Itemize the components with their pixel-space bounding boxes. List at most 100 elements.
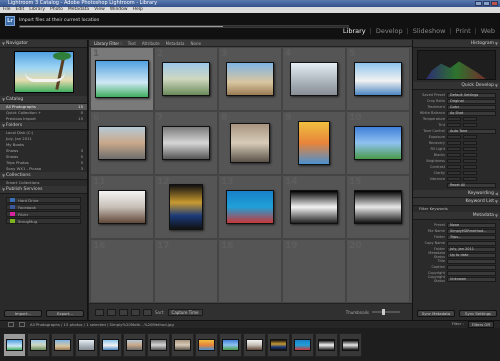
photo-thumbnail[interactable]: [354, 62, 402, 96]
tone-adjust-adjust-buttons[interactable]: [447, 165, 461, 169]
survey-view-button[interactable]: [131, 308, 140, 316]
qd-row-dropdown[interactable]: Color: [447, 104, 496, 110]
photo-thumbnail[interactable]: [162, 126, 210, 160]
module-slideshow[interactable]: Slideshow: [413, 27, 446, 35]
filmstrip-cell[interactable]: [291, 332, 314, 357]
tone-adjust-adjust-buttons[interactable]: [447, 147, 461, 151]
source-breadcrumb[interactable]: All Photographs / 15 photos / 1 selected…: [30, 322, 174, 327]
filter-tab[interactable]: Attribute: [142, 41, 160, 46]
filmstrip-thumbnail[interactable]: [126, 338, 143, 351]
filmstrip-cell[interactable]: [27, 332, 50, 357]
filmstrip-cell[interactable]: [219, 332, 242, 357]
tone-control-dropdown[interactable]: Auto Tone: [447, 128, 496, 134]
qd-row-dropdown[interactable]: Default Settings: [447, 92, 496, 98]
grid-cell[interactable]: 6: [90, 111, 154, 175]
sync-settings-button[interactable]: Sync Settings: [459, 310, 497, 317]
grid-cell[interactable]: 3: [218, 47, 282, 111]
keywording-header[interactable]: Keywording ◀: [413, 190, 500, 198]
grid-cell[interactable]: 16: [90, 239, 154, 303]
grid-icon[interactable]: [19, 322, 25, 327]
close-button[interactable]: [491, 1, 498, 6]
folders-header[interactable]: ▼ Folders: [0, 122, 87, 130]
filmstrip-thumbnail[interactable]: [150, 338, 167, 351]
grid-cell[interactable]: 7: [154, 111, 218, 175]
reset-all-button[interactable]: Reset All: [447, 182, 496, 188]
quick-develop-header[interactable]: Quick Develop ▼: [413, 82, 500, 90]
publish-service[interactable]: Flickr: [6, 211, 81, 217]
white-balance-dropdown[interactable]: As Shot: [447, 110, 496, 116]
metadata-field-dropdown[interactable]: Unknown: [447, 276, 496, 282]
publish-service[interactable]: SmugMug: [6, 218, 81, 224]
wb-adjust-adjust-buttons[interactable]: [447, 117, 461, 121]
tone-adjust-adjust-buttons[interactable]: [447, 135, 461, 139]
tone-adjust-adjust-buttons[interactable]: [447, 159, 461, 163]
grid-cell[interactable]: 20: [346, 239, 410, 303]
filmstrip-cell[interactable]: [315, 332, 338, 357]
grid-cell[interactable]: 10: [346, 111, 410, 175]
wb-adjust-fine-buttons[interactable]: [463, 117, 477, 121]
filmstrip-cell[interactable]: [171, 332, 194, 357]
filmstrip-cell[interactable]: [123, 332, 146, 357]
grid-cell[interactable]: 8: [218, 111, 282, 175]
filter-dropdown[interactable]: Filters Off: [467, 321, 494, 328]
painter-icon[interactable]: [143, 308, 152, 316]
metadata-field-dropdown[interactable]: Trips...: [447, 234, 496, 240]
grid-cell[interactable]: 18: [218, 239, 282, 303]
module-develop[interactable]: Develop: [376, 27, 403, 35]
tone-adjust-fine-buttons[interactable]: [463, 159, 477, 163]
photo-thumbnail[interactable]: [226, 62, 274, 96]
presence-adjust-adjust-buttons[interactable]: [447, 177, 461, 181]
histogram-header[interactable]: Histogram ▼: [413, 40, 500, 48]
filmstrip-cell[interactable]: [243, 332, 266, 357]
filmstrip-thumbnail[interactable]: [30, 338, 47, 351]
grid-cell[interactable]: 9: [282, 111, 346, 175]
tone-adjust-fine-buttons[interactable]: [463, 147, 477, 151]
grid-cell[interactable]: 11: [90, 175, 154, 239]
filmstrip-cell[interactable]: [267, 332, 290, 357]
filmstrip-thumbnail[interactable]: [318, 338, 335, 351]
publish-services-header[interactable]: ▼ Publish Services: [0, 186, 87, 194]
navigator-preview[interactable]: [13, 51, 74, 93]
grid-cell[interactable]: 19: [282, 239, 346, 303]
wb-adjust-fine-buttons[interactable]: [463, 123, 477, 127]
presence-adjust-fine-buttons[interactable]: [463, 171, 477, 175]
filmstrip-cell[interactable]: [195, 332, 218, 357]
module-print[interactable]: Print: [456, 27, 471, 35]
maximize-button[interactable]: [483, 1, 490, 6]
minimize-button[interactable]: [475, 1, 482, 6]
filmstrip-cell[interactable]: [51, 332, 74, 357]
grid-cell[interactable]: 14: [282, 175, 346, 239]
metadata-header[interactable]: Metadata ▼: [413, 212, 500, 220]
photo-thumbnail[interactable]: [98, 126, 146, 160]
photo-thumbnail[interactable]: [354, 190, 402, 224]
grid-cell[interactable]: 2: [154, 47, 218, 111]
grid-cell[interactable]: 15: [346, 175, 410, 239]
keyword-list-header[interactable]: Keyword List ▼: [413, 198, 500, 206]
filmstrip-thumbnail[interactable]: [198, 338, 215, 351]
filmstrip-cell[interactable]: [3, 332, 26, 357]
metadata-field-dropdown[interactable]: July, Jan 2011: [447, 246, 496, 252]
collections-header[interactable]: ▼ Collections: [0, 172, 87, 180]
metadata-field-dropdown[interactable]: [447, 240, 496, 246]
photo-thumbnail[interactable]: [354, 126, 402, 160]
metadata-field-dropdown[interactable]: SimplyHDRmethod...: [447, 228, 496, 234]
metadata-field-dropdown[interactable]: [447, 258, 496, 264]
grid-cell[interactable]: 1: [90, 47, 154, 111]
filter-tab[interactable]: Metadata: [166, 41, 185, 46]
photo-thumbnail[interactable]: [169, 184, 203, 230]
publish-service[interactable]: Facebook: [6, 204, 81, 210]
navigator-header[interactable]: ▼ Navigator: [0, 40, 87, 48]
secondary-window-icon[interactable]: [8, 322, 14, 327]
photo-thumbnail[interactable]: [230, 123, 270, 163]
tone-adjust-adjust-buttons[interactable]: [447, 153, 461, 157]
filmstrip-thumbnail[interactable]: [6, 338, 23, 351]
qd-row-dropdown[interactable]: Original: [447, 98, 496, 104]
import-button[interactable]: Import...: [4, 310, 42, 317]
photo-thumbnail[interactable]: [290, 190, 338, 224]
filmstrip-cell[interactable]: [75, 332, 98, 357]
filmstrip-thumbnail[interactable]: [78, 338, 95, 351]
wb-adjust-adjust-buttons[interactable]: [447, 123, 461, 127]
filmstrip-thumbnail[interactable]: [270, 338, 287, 351]
grid-cell[interactable]: 5: [346, 47, 410, 111]
filmstrip-thumbnail[interactable]: [294, 338, 311, 351]
